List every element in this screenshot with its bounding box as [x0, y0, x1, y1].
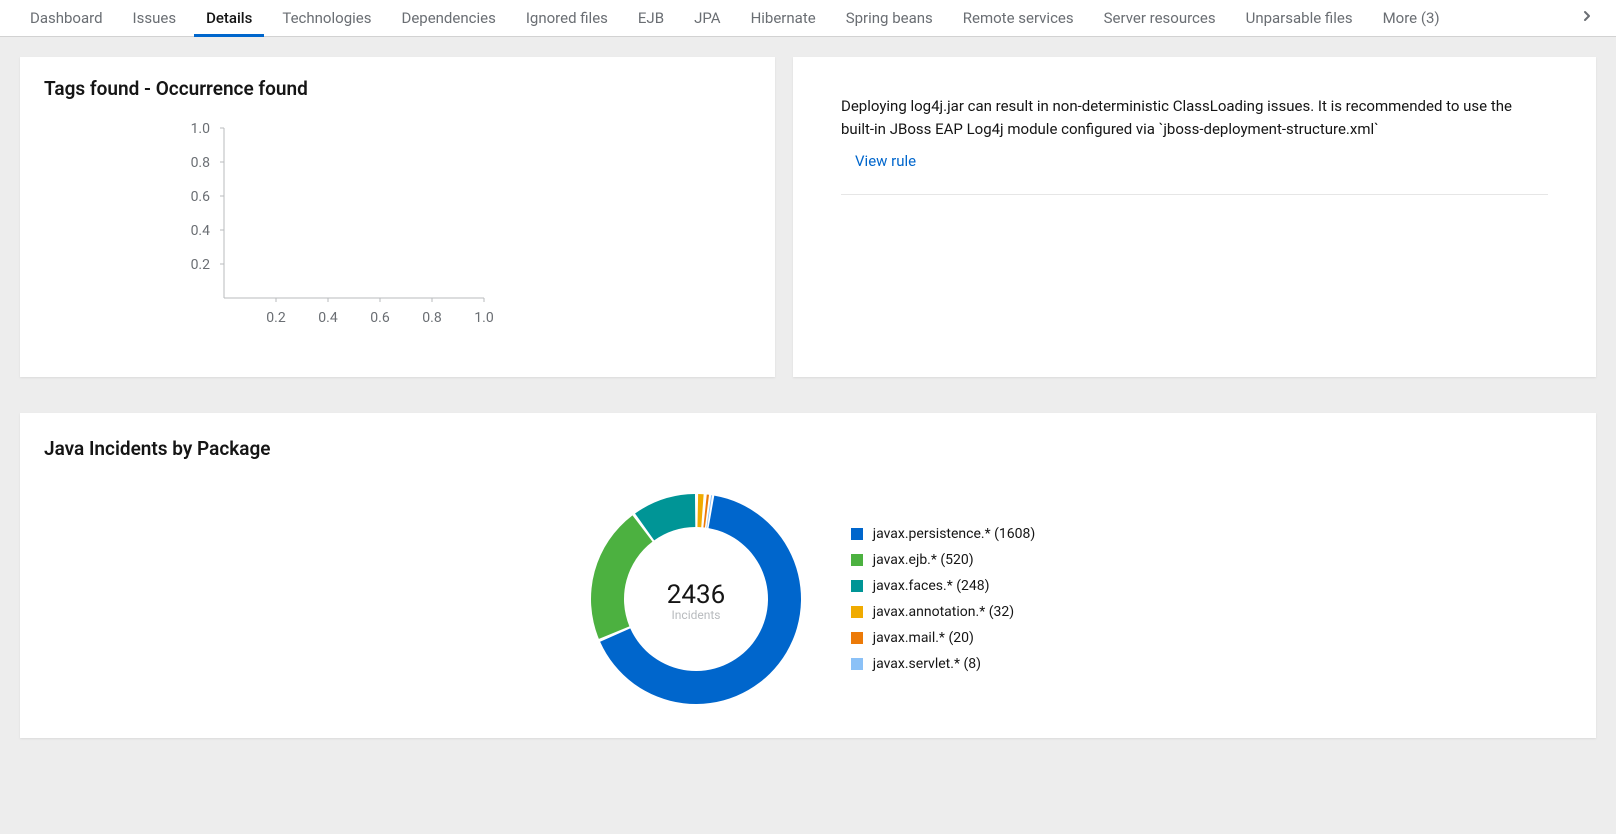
legend-swatch-icon: [851, 632, 863, 644]
legend-label: javax.ejb.* (520): [873, 552, 974, 568]
incidents-card: Java Incidents by Package 2436Incidents …: [20, 413, 1596, 738]
svg-text:0.8: 0.8: [191, 155, 211, 171]
svg-text:0.8: 0.8: [422, 310, 442, 326]
tab-details[interactable]: Details: [194, 0, 264, 37]
tab-unparsable-files[interactable]: Unparsable files: [1234, 0, 1365, 37]
tab-spring-beans[interactable]: Spring beans: [834, 0, 945, 37]
donut-row: 2436Incidents javax.persistence.* (1608)…: [44, 484, 1572, 714]
tabs-overflow-chevron-icon[interactable]: [1576, 9, 1598, 27]
donut-slice[interactable]: [591, 515, 652, 639]
svg-text:0.2: 0.2: [266, 310, 286, 326]
legend-swatch-icon: [851, 528, 863, 540]
legend-item[interactable]: javax.servlet.* (8): [851, 656, 1036, 672]
description-card: Deploying log4j.jar can result in non-de…: [793, 57, 1596, 377]
tab-remote-services[interactable]: Remote services: [951, 0, 1086, 37]
legend-item[interactable]: javax.faces.* (248): [851, 578, 1036, 594]
svg-text:0.2: 0.2: [191, 257, 211, 273]
legend-item[interactable]: javax.persistence.* (1608): [851, 526, 1036, 542]
legend-item[interactable]: javax.ejb.* (520): [851, 552, 1036, 568]
legend-swatch-icon: [851, 658, 863, 670]
donut-slice[interactable]: [697, 494, 703, 527]
svg-text:1.0: 1.0: [474, 310, 494, 326]
svg-text:0.4: 0.4: [318, 310, 338, 326]
svg-text:1.0: 1.0: [191, 121, 211, 137]
legend-swatch-icon: [851, 606, 863, 618]
legend-item[interactable]: javax.mail.* (20): [851, 630, 1036, 646]
incidents-title: Java Incidents by Package: [44, 437, 1572, 460]
svg-text:0.6: 0.6: [370, 310, 390, 326]
tags-found-card: Tags found - Occurrence found 0.20.40.60…: [20, 57, 775, 377]
donut-total-label: Incidents: [671, 608, 720, 622]
content-area: Tags found - Occurrence found 0.20.40.60…: [0, 37, 1616, 758]
divider: [841, 194, 1548, 195]
legend-swatch-icon: [851, 554, 863, 566]
tab-issues[interactable]: Issues: [121, 0, 189, 37]
legend-label: javax.servlet.* (8): [873, 656, 981, 672]
tab-more-3[interactable]: More (3): [1371, 0, 1452, 37]
legend-label: javax.faces.* (248): [873, 578, 990, 594]
description-text: Deploying log4j.jar can result in non-de…: [841, 95, 1548, 140]
tab-dependencies[interactable]: Dependencies: [389, 0, 507, 37]
tab-technologies[interactable]: Technologies: [270, 0, 383, 37]
tags-found-title: Tags found - Occurrence found: [44, 77, 751, 100]
legend-label: javax.persistence.* (1608): [873, 526, 1036, 542]
svg-text:0.6: 0.6: [191, 189, 211, 205]
tab-jpa[interactable]: JPA: [682, 0, 733, 37]
tab-dashboard[interactable]: Dashboard: [18, 0, 115, 37]
incidents-donut-chart: 2436Incidents: [581, 484, 811, 714]
donut-slice[interactable]: [703, 495, 709, 528]
donut-total: 2436: [667, 580, 725, 610]
tab-ejb[interactable]: EJB: [626, 0, 676, 37]
tab-hibernate[interactable]: Hibernate: [739, 0, 828, 37]
tags-occurrence-chart: 0.2 0.4 0.6 0.8 1.0 0.2 0.4 0.6 0.8 1.0: [44, 118, 524, 338]
tab-ignored-files[interactable]: Ignored files: [514, 0, 620, 37]
legend-swatch-icon: [851, 580, 863, 592]
incidents-legend: javax.persistence.* (1608) javax.ejb.* (5…: [851, 526, 1036, 672]
view-rule-link[interactable]: View rule: [855, 152, 916, 170]
legend-label: javax.annotation.* (32): [873, 604, 1014, 620]
legend-label: javax.mail.* (20): [873, 630, 974, 646]
tabs-bar: DashboardIssuesDetailsTechnologiesDepend…: [0, 0, 1616, 37]
svg-text:0.4: 0.4: [191, 223, 211, 239]
top-row: Tags found - Occurrence found 0.20.40.60…: [20, 57, 1596, 377]
legend-item[interactable]: javax.annotation.* (32): [851, 604, 1036, 620]
tab-server-resources[interactable]: Server resources: [1092, 0, 1228, 37]
